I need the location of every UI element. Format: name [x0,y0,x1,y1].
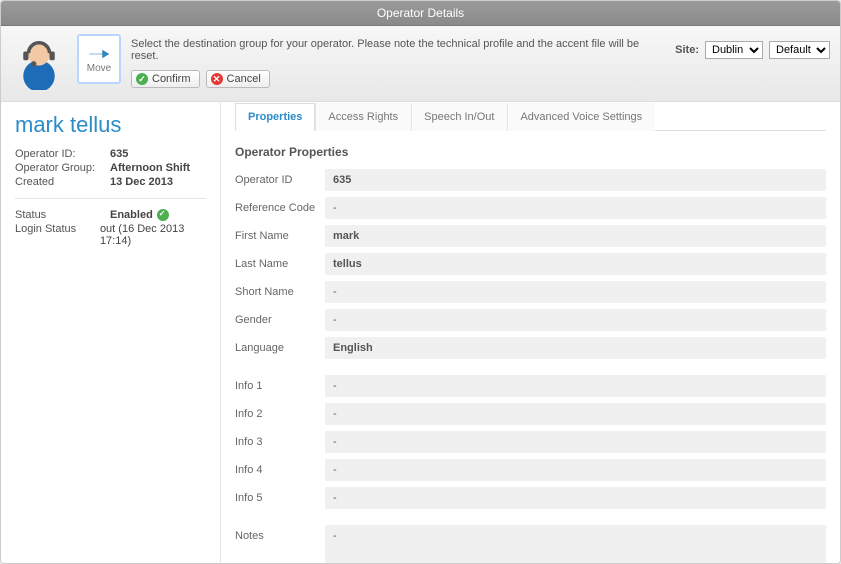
prop-value-gender: - [325,309,826,331]
arrow-right-icon [87,45,111,63]
tab-bar: Properties Access Rights Speech In/Out A… [235,102,826,131]
operator-id-value: 635 [110,148,128,160]
operator-sidebar: mark tellus Operator ID:635 Operator Gro… [1,102,221,563]
properties-section-title: Operator Properties [235,145,826,159]
prop-value-first-name: mark [325,225,826,247]
prop-label-gender: Gender [235,309,325,331]
operator-avatar-icon [11,34,67,93]
site-select[interactable]: Dublin [705,41,763,59]
operator-details-window: Operator Details Move Select the destina… [0,0,841,564]
toolbar-message: Select the destination group for your op… [131,38,669,62]
prop-label-info5: Info 5 [235,487,325,509]
cancel-button-label: Cancel [227,73,261,85]
top-toolbar: Move Select the destination group for yo… [1,26,840,102]
cancel-icon: ✕ [211,73,223,85]
operator-name: mark tellus [15,112,206,138]
main-panel: Properties Access Rights Speech In/Out A… [221,102,840,563]
move-button[interactable]: Move [77,34,121,84]
prop-value-last-name: tellus [325,253,826,275]
prop-value-short-name: - [325,281,826,303]
prop-value-info3: - [325,431,826,453]
check-icon: ✓ [136,73,148,85]
prop-label-operator-id: Operator ID [235,169,325,191]
tab-speech-in-out[interactable]: Speech In/Out [411,103,507,131]
prop-label-info4: Info 4 [235,459,325,481]
prop-label-language: Language [235,337,325,359]
status-enabled-icon [157,209,169,221]
login-status-label: Login Status [15,223,100,247]
operator-group-label: Operator Group: [15,162,110,174]
prop-value-reference-code: - [325,197,826,219]
prop-value-info5: - [325,487,826,509]
login-status-value: out (16 Dec 2013 17:14) [100,223,206,247]
window-title: Operator Details [1,1,840,26]
site-label: Site: [675,44,699,56]
prop-label-last-name: Last Name [235,253,325,275]
prop-label-short-name: Short Name [235,281,325,303]
operator-id-label: Operator ID: [15,148,110,160]
group-select[interactable]: Default [769,41,830,59]
prop-value-info4: - [325,459,826,481]
created-value: 13 Dec 2013 [110,176,173,188]
prop-label-reference-code: Reference Code [235,197,325,219]
prop-value-info2: - [325,403,826,425]
prop-value-operator-id: 635 [325,169,826,191]
move-button-label: Move [87,63,111,74]
prop-label-info1: Info 1 [235,375,325,397]
prop-label-notes: Notes [235,525,325,563]
toolbar-message-area: Select the destination group for your op… [131,34,830,88]
tab-access-rights[interactable]: Access Rights [315,103,411,131]
prop-value-language: English [325,337,826,359]
operator-group-value: Afternoon Shift [110,162,190,174]
prop-label-info2: Info 2 [235,403,325,425]
prop-label-info3: Info 3 [235,431,325,453]
sidebar-divider [15,198,206,199]
tab-properties[interactable]: Properties [235,103,315,131]
status-label: Status [15,209,110,221]
prop-value-notes: - [325,525,826,563]
confirm-button-label: Confirm [152,73,191,85]
created-label: Created [15,176,110,188]
confirm-button[interactable]: ✓ Confirm [131,70,200,88]
tab-advanced-voice[interactable]: Advanced Voice Settings [507,103,655,131]
prop-label-first-name: First Name [235,225,325,247]
status-value: Enabled [110,209,153,221]
cancel-button[interactable]: ✕ Cancel [206,70,270,88]
prop-value-info1: - [325,375,826,397]
